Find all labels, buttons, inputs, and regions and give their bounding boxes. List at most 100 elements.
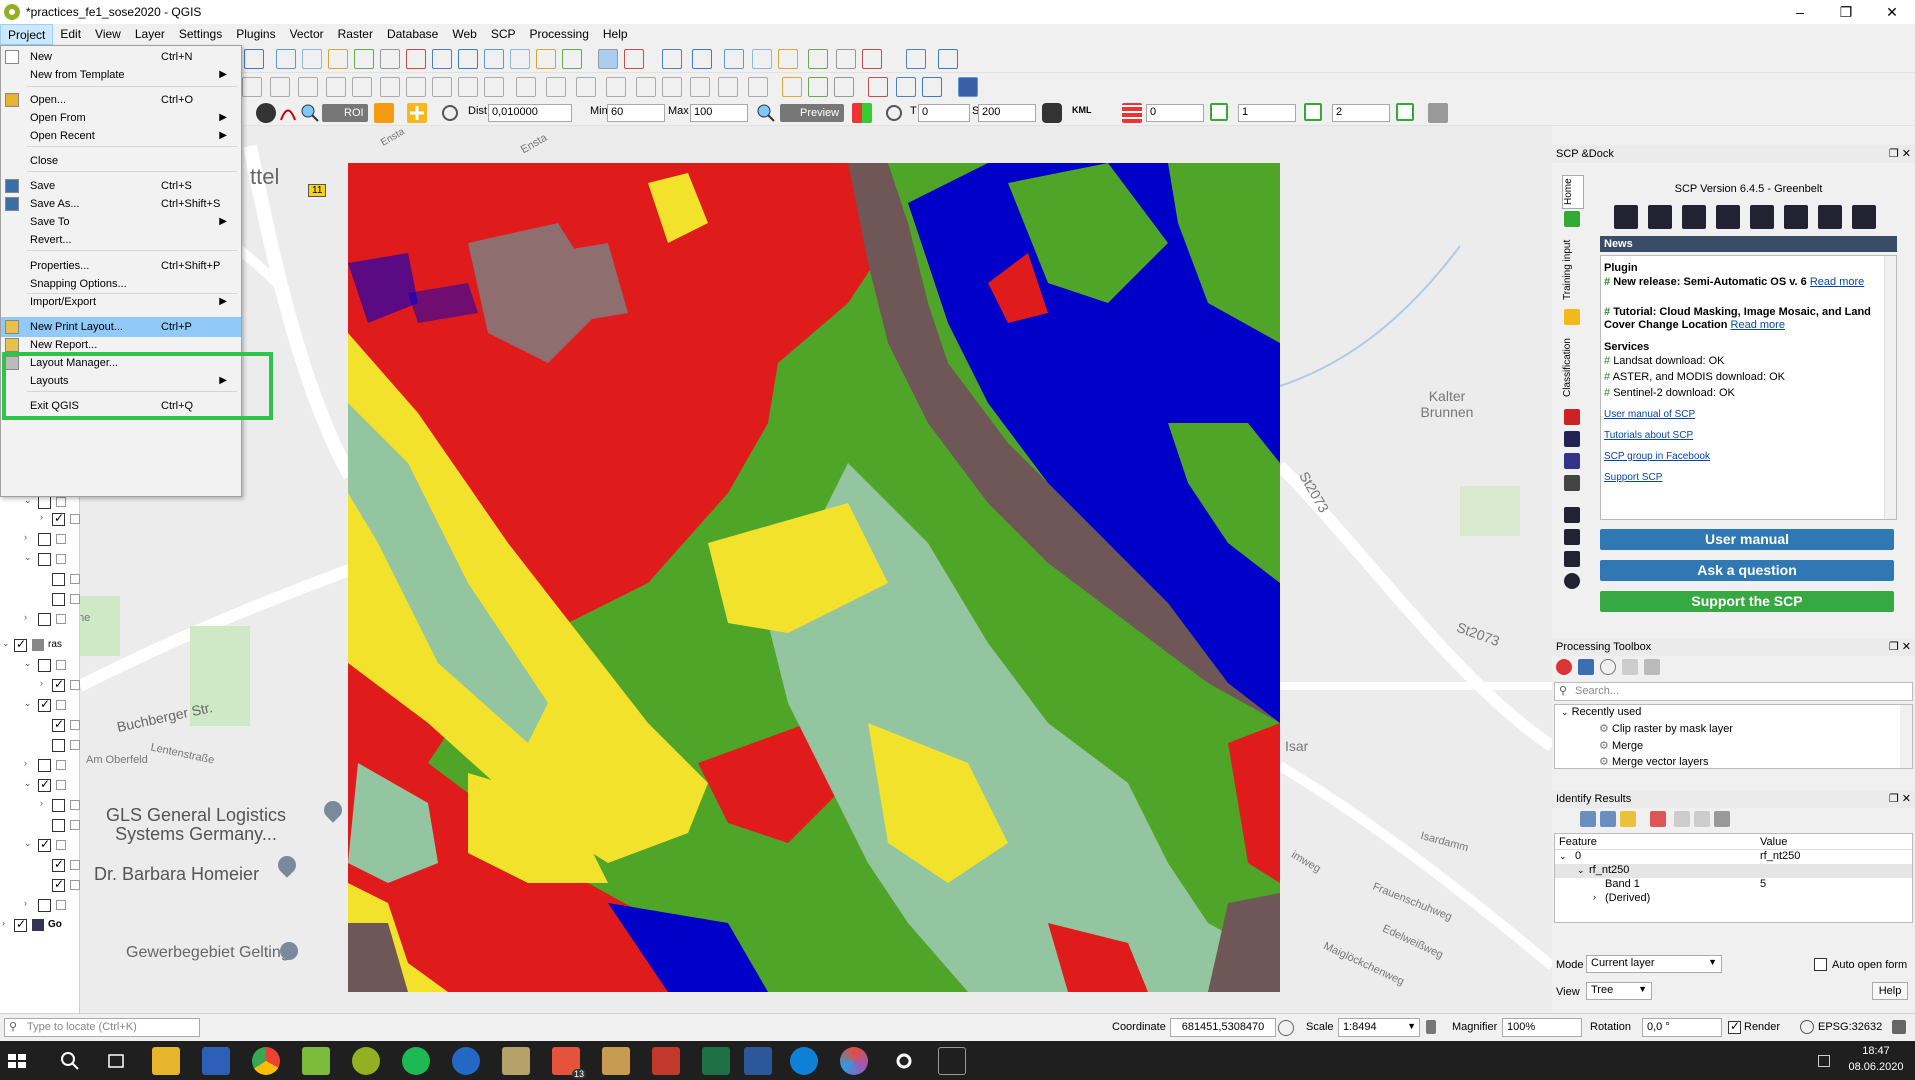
band-g-input[interactable]: 1	[1238, 104, 1296, 122]
dock-float-close-icon[interactable]: ❐ ✕	[1889, 145, 1911, 163]
menu-web[interactable]: Web	[445, 24, 483, 45]
user-manual-link[interactable]: User manual of SCP	[1604, 409, 1695, 420]
kml-button[interactable]: KML	[1072, 105, 1092, 115]
menu-view[interactable]: View	[88, 24, 128, 45]
menu-item-close[interactable]: Close	[1, 151, 241, 171]
menu-project[interactable]: Project	[0, 24, 54, 45]
news-item-1-link[interactable]: Read more	[1810, 276, 1864, 288]
task-view-icon[interactable]	[102, 1047, 130, 1075]
menu-item-open[interactable]: Open... Ctrl+O	[1, 90, 241, 110]
layer-visibility-checkbox[interactable]	[52, 593, 65, 606]
view-select[interactable]: Tree ▼	[1586, 982, 1652, 1000]
layer-tree-row[interactable]: ›	[0, 532, 80, 548]
menu-item-open-recent[interactable]: Open Recent ▶	[1, 126, 241, 146]
layer-visibility-checkbox[interactable]	[38, 759, 51, 772]
zoom-roi-icon[interactable]	[300, 103, 320, 123]
select-value-icon[interactable]	[692, 49, 712, 69]
label-1-icon[interactable]	[516, 77, 536, 97]
chevron-right-icon[interactable]: ›	[2, 918, 5, 928]
layer-tree-row[interactable]: › Go	[0, 917, 80, 934]
facebook-group-link[interactable]: SCP group in Facebook	[1604, 451, 1710, 462]
label-4-icon[interactable]	[606, 77, 626, 97]
minimize-button[interactable]: –	[1777, 0, 1823, 24]
label-9-icon[interactable]	[748, 77, 768, 97]
layer-tree-row[interactable]: ⌄	[0, 697, 80, 714]
layer-visibility-checkbox[interactable]	[14, 917, 27, 932]
file-explorer-icon[interactable]	[152, 1047, 180, 1075]
preprocessing-icon[interactable]	[1564, 529, 1580, 545]
chevron-right-icon[interactable]: ›	[40, 512, 43, 522]
copy-icon[interactable]	[406, 77, 426, 97]
globe-2-icon[interactable]	[808, 77, 828, 97]
band-set-side-icon[interactable]	[1564, 475, 1580, 491]
chrome-icon[interactable]	[252, 1047, 280, 1075]
search-taskbar-icon[interactable]	[56, 1047, 84, 1075]
crs-globe-icon[interactable]	[1800, 1020, 1814, 1034]
processing-options-icon[interactable]	[1644, 659, 1660, 675]
identify-mode-icon[interactable]	[1714, 811, 1730, 827]
layer-visibility-checkbox[interactable]	[52, 573, 65, 586]
messages-icon[interactable]	[1892, 1020, 1906, 1034]
crs-label[interactable]: EPSG:32632	[1818, 1021, 1882, 1033]
download-products-icon[interactable]	[1682, 205, 1706, 229]
layer-tree-row[interactable]: ›	[0, 511, 80, 528]
postprocessing-icon[interactable]	[1564, 551, 1580, 567]
table-row[interactable]: Band 1 5	[1555, 878, 1912, 892]
layer-visibility-checkbox[interactable]	[52, 857, 65, 872]
news-item-2-link[interactable]: Read more	[1731, 319, 1785, 331]
menu-item-snapping-options[interactable]: Snapping Options...	[1, 274, 241, 294]
processing-float-close-icon[interactable]: ❐ ✕	[1889, 638, 1911, 656]
table-row[interactable]: › (Derived)	[1555, 892, 1912, 906]
redo-roi-icon[interactable]	[374, 103, 394, 123]
support-scp-link[interactable]: Support SCP	[1604, 472, 1662, 483]
layer-visibility-checkbox[interactable]	[52, 739, 65, 752]
action-icon[interactable]	[624, 49, 644, 69]
chevron-down-icon[interactable]: ⌄	[24, 778, 32, 789]
layer-visibility-checkbox[interactable]	[38, 777, 51, 792]
chevron-right-icon[interactable]: ›	[40, 798, 43, 808]
layer-tree-row[interactable]: ›	[0, 677, 80, 694]
zoom-preview-icon[interactable]	[756, 103, 776, 123]
processing-scrollbar[interactable]	[1900, 705, 1912, 768]
menu-item-save[interactable]: Save Ctrl+S	[1, 176, 241, 196]
layer-visibility-checkbox[interactable]	[52, 877, 65, 892]
layer-tree-row[interactable]: ⌄	[0, 837, 80, 854]
layer-visibility-checkbox[interactable]	[52, 677, 65, 692]
print-icon[interactable]	[1694, 811, 1710, 827]
chevron-right-icon[interactable]: ›	[24, 758, 27, 768]
tab-training-input[interactable]: Training input	[1562, 235, 1584, 305]
deselect-icon[interactable]	[724, 49, 744, 69]
max-input[interactable]: 100	[690, 104, 748, 122]
menu-vector[interactable]: Vector	[283, 24, 331, 45]
band-table-icon[interactable]	[1122, 103, 1142, 123]
refresh-icon[interactable]	[440, 103, 460, 123]
label-5-icon[interactable]	[636, 77, 656, 97]
field-calc-icon[interactable]	[778, 49, 798, 69]
auto-open-checkbox[interactable]	[1814, 958, 1827, 971]
tips-icon[interactable]	[906, 49, 926, 69]
redo-preview-icon[interactable]	[884, 103, 904, 123]
chevron-down-icon[interactable]: ⌄	[2, 638, 10, 649]
layer-visibility-checkbox[interactable]	[52, 717, 65, 732]
tab-classification[interactable]: Classification	[1562, 333, 1584, 403]
globe-3-icon[interactable]	[834, 77, 854, 97]
table-row[interactable]: ⌄ rf_nt250	[1555, 864, 1912, 878]
layer-tree-row[interactable]: ⌄	[0, 658, 80, 674]
layer-tree-row[interactable]: ⌄	[0, 777, 80, 794]
layer-visibility-checkbox[interactable]	[38, 533, 51, 546]
news-scrollbar[interactable]	[1884, 256, 1896, 519]
support-scp-button[interactable]: Support the SCP	[1600, 591, 1894, 612]
r-icon[interactable]	[452, 1047, 480, 1075]
postprocessing-tool-icon[interactable]	[1784, 205, 1808, 229]
new-bookmark-icon[interactable]	[510, 49, 530, 69]
layer-visibility-checkbox[interactable]	[52, 799, 65, 812]
locator-input[interactable]: ⚲ Type to locate (Ctrl+K)	[4, 1018, 200, 1037]
menu-item-revert[interactable]: Revert...	[1, 230, 241, 250]
pan-icon[interactable]	[244, 49, 264, 69]
menu-layer[interactable]: Layer	[128, 24, 172, 45]
chevron-right-icon[interactable]: ›	[24, 532, 27, 542]
results-viewer-icon[interactable]	[1622, 659, 1638, 675]
select-features-icon[interactable]	[662, 49, 682, 69]
layer-tree-row[interactable]: ⌄	[0, 495, 80, 511]
menu-item-properties[interactable]: Properties... Ctrl+Shift+P	[1, 256, 241, 276]
